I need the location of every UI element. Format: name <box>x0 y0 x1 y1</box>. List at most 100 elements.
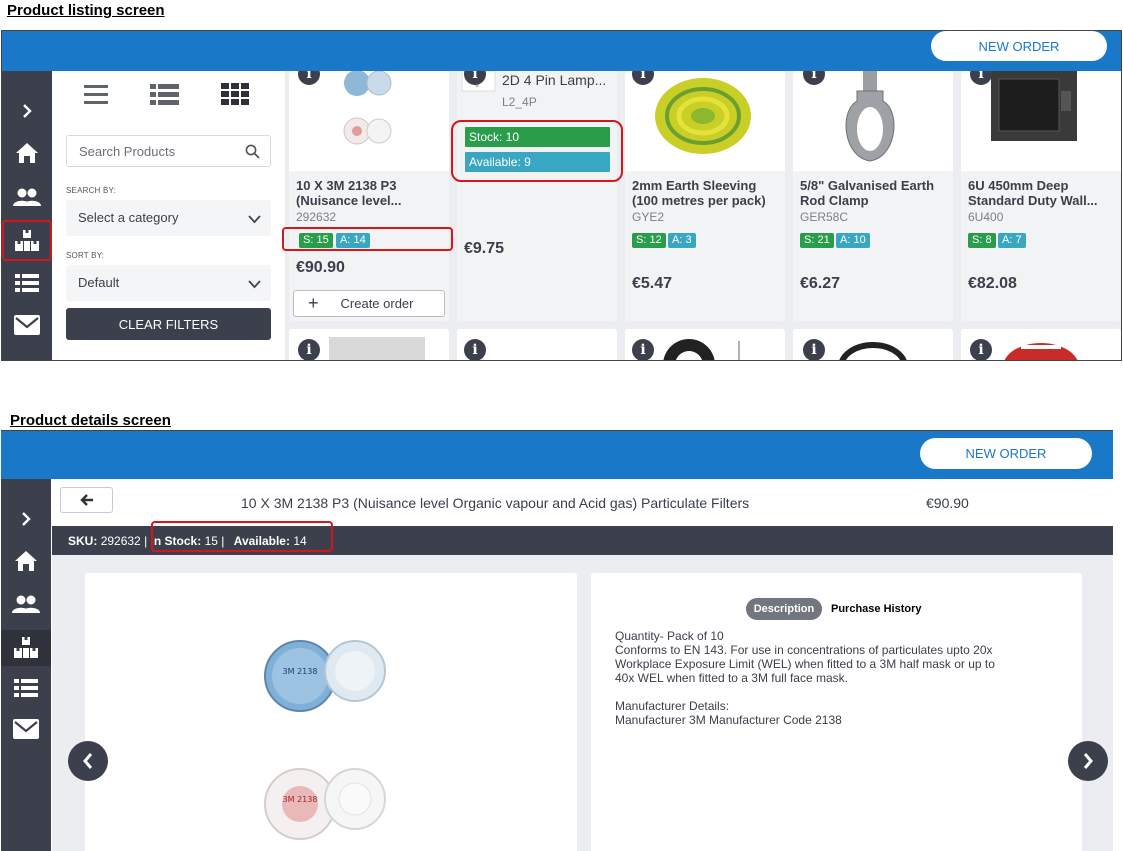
home-icon[interactable] <box>2 135 52 171</box>
product-image: 3M 2138 3M 2138 <box>264 640 386 840</box>
filter-panel: Search Products SEARCH BY: Select a cate… <box>53 71 285 360</box>
category-select-value: Select a category <box>78 210 179 225</box>
chevron-down-icon <box>248 277 261 292</box>
sort-select-value: Default <box>78 275 120 290</box>
listing-screen: NEW ORDER Search Products SEARCH BY: Sel… <box>1 30 1122 361</box>
search-icon[interactable] <box>245 144 260 162</box>
users-icon[interactable] <box>1 586 51 622</box>
sku-value: 292632 <box>100 534 141 548</box>
products-icon[interactable] <box>1 630 51 666</box>
product-image <box>839 342 907 360</box>
chevron-left-icon <box>83 753 93 769</box>
sku-label: SKU: <box>68 534 98 548</box>
search-by-label: SEARCH BY: <box>66 186 117 195</box>
product-card[interactable]: i 2mm Earth Sleeving (100 metres per pac… <box>625 71 785 321</box>
product-image <box>289 71 449 171</box>
filter-print-bottom: 3M 2138 <box>283 795 318 804</box>
sort-by-label: SORT BY: <box>66 251 105 260</box>
new-order-button[interactable]: NEW ORDER <box>931 31 1107 61</box>
available-value: 14 <box>293 534 307 548</box>
product-name: 10 X 3M 2138 P3 <box>296 178 397 193</box>
product-code: GYE2 <box>632 210 665 224</box>
product-code: L2_4P <box>502 95 537 109</box>
in-stock-value: 15 <box>204 534 218 548</box>
product-card[interactable]: i <box>961 329 1121 360</box>
product-card[interactable]: i <box>625 329 785 360</box>
info-icon[interactable]: i <box>970 339 992 360</box>
detail-list-view-icon[interactable] <box>150 83 180 107</box>
tab-description[interactable]: Description <box>746 598 822 620</box>
details-screen: NEW ORDER 10 X 3M 2138 P3 (Nuisance leve… <box>1 430 1113 851</box>
mail-icon[interactable] <box>1 711 51 747</box>
info-icon[interactable]: i <box>803 339 825 360</box>
available-badge: A: 7 <box>998 233 1026 248</box>
product-image <box>793 71 953 171</box>
sku-bar: SKU: 292632 | In Stock: 15 | Available: … <box>52 526 1113 555</box>
create-order-label: Create order <box>340 296 414 311</box>
list-icon[interactable] <box>2 265 52 301</box>
stock-badge: Stock: 10 <box>465 127 610 147</box>
product-card[interactable]: i 5/8" Galvanised Earth Rod Clamp GER58C… <box>793 71 953 321</box>
chevron-right-icon[interactable] <box>2 93 52 129</box>
details-caption: Product details screen <box>10 412 171 429</box>
grid-view-icon[interactable] <box>221 83 251 107</box>
clear-filters-button[interactable]: CLEAR FILTERS <box>66 308 271 340</box>
listing-topbar: NEW ORDER <box>2 31 1121 71</box>
product-name-line2: Rod Clamp <box>800 193 869 208</box>
product-image <box>663 339 740 360</box>
product-description: Quantity- Pack of 10 Conforms to EN 143.… <box>615 629 995 727</box>
product-code: 6U400 <box>968 210 1004 224</box>
product-price: €5.47 <box>632 275 673 292</box>
product-title: 10 X 3M 2138 P3 (Nuisance level Organic … <box>241 495 750 511</box>
info-icon[interactable]: i <box>632 339 654 360</box>
chevron-right-icon[interactable] <box>1 501 51 537</box>
product-image <box>329 337 425 360</box>
product-image <box>961 71 1121 171</box>
separator: | <box>144 534 148 548</box>
sort-select[interactable]: Default <box>66 265 271 301</box>
create-order-button[interactable]: + Create order <box>293 290 445 317</box>
users-icon[interactable] <box>2 179 52 215</box>
product-card[interactable]: i <box>457 329 617 360</box>
filter-print-top: 3M 2138 <box>283 667 318 676</box>
details-header: 10 X 3M 2138 P3 (Nuisance level Organic … <box>52 481 1113 526</box>
products-icon[interactable] <box>2 223 52 259</box>
available-label: Available: <box>233 534 290 548</box>
back-button[interactable] <box>60 487 113 513</box>
info-icon[interactable]: i <box>298 339 320 360</box>
list-icon[interactable] <box>1 670 51 706</box>
product-card[interactable]: i 10 X 3M 2138 P3 (Nuisance level... 292… <box>289 71 449 321</box>
plus-icon: + <box>308 293 319 313</box>
tab-purchase-history[interactable]: Purchase History <box>831 603 921 615</box>
listing-sidebar <box>2 71 52 360</box>
available-badge: A: 3 <box>668 233 696 248</box>
info-icon[interactable]: i <box>464 339 486 360</box>
mail-icon[interactable] <box>2 307 52 343</box>
arrow-left-icon <box>79 494 93 506</box>
product-card[interactable]: i 6U 450mm Deep Standard Duty Wall... 6U… <box>961 71 1121 321</box>
product-image <box>1004 343 1078 360</box>
stock-badge: S: 15 <box>299 233 333 248</box>
description-panel: Description Purchase History Quantity- P… <box>591 573 1082 851</box>
product-card[interactable]: i <box>289 329 449 360</box>
chevron-right-icon <box>1083 753 1093 769</box>
search-placeholder: Search Products <box>79 144 176 159</box>
search-input[interactable]: Search Products <box>66 135 271 167</box>
new-order-button[interactable]: NEW ORDER <box>920 438 1092 469</box>
home-icon[interactable] <box>1 543 51 579</box>
category-select[interactable]: Select a category <box>66 200 271 236</box>
stock-badge: S: 12 <box>632 233 666 248</box>
product-price: €90.90 <box>296 259 345 276</box>
product-name-line2: (Nuisance level... <box>296 193 402 208</box>
available-badge: A: 10 <box>836 233 870 248</box>
product-name: 2D 4 Pin Lamp... <box>502 72 607 88</box>
product-name: 2mm Earth Sleeving <box>632 178 757 193</box>
details-topbar: NEW ORDER <box>1 431 1113 479</box>
previous-image-button[interactable] <box>68 741 108 781</box>
list-view-icon[interactable] <box>83 83 113 107</box>
product-image <box>625 71 785 171</box>
product-card[interactable]: i <box>793 329 953 360</box>
available-badge: Available: 9 <box>465 152 610 172</box>
product-card[interactable]: i 2D 4 Pin Lamp... L2_4P Stock: 10 Avail… <box>457 71 617 321</box>
next-image-button[interactable] <box>1068 741 1108 781</box>
